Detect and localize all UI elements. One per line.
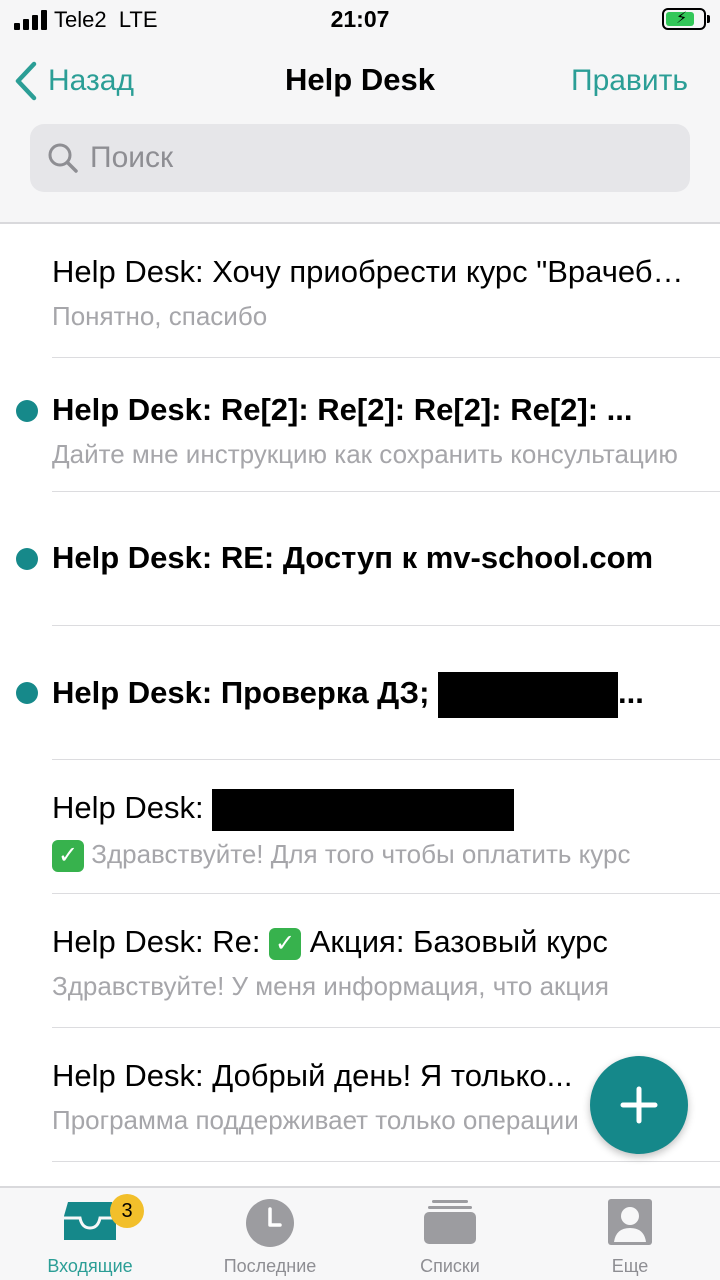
unread-count-badge: 3 <box>110 1194 144 1228</box>
search-icon <box>48 143 78 173</box>
message-preview: Здравствуйте! У меня информация, что акц… <box>52 971 609 1001</box>
top-bar: Tele2 LTE 21:07 ⚡ Назад Help Desk Правит… <box>0 0 720 224</box>
tab-inbox[interactable]: 3 Входящие <box>0 1188 180 1280</box>
edit-button[interactable]: Править <box>571 64 688 98</box>
stack-icon <box>424 1200 476 1244</box>
unread-dot <box>16 548 38 570</box>
list-item[interactable]: Help Desk: Проверка ДЗ; ... <box>0 626 720 760</box>
list-item[interactable]: Help Desk: RE: Доступ к mv-school.com <box>0 492 720 626</box>
unread-dot <box>16 400 38 422</box>
battery-icon: ⚡ <box>662 8 710 30</box>
tab-bar: 3 Входящие Последние Списки Еще <box>0 1186 720 1280</box>
tab-label: Списки <box>420 1256 480 1276</box>
tab-lists[interactable]: Списки <box>360 1188 540 1280</box>
message-preview: Дайте мне инструкцию как сохранить консу… <box>52 439 678 469</box>
clock-icon <box>246 1199 294 1247</box>
tab-label: Входящие <box>47 1256 133 1276</box>
message-preview: ✓ Здравствуйте! Для того чтобы оплатить … <box>52 836 690 873</box>
status-time: 21:07 <box>330 6 390 32</box>
list-item[interactable]: Help Desk: Re[2]: Re[2]: Re[2]: Re[2]: .… <box>0 358 720 492</box>
list-item[interactable]: Help Desk: Re: ✓ Акция: Базовый курс Здр… <box>0 894 720 1028</box>
tab-label: Последние <box>223 1256 317 1276</box>
tab-recent[interactable]: Последние <box>180 1188 360 1280</box>
status-bar: Tele2 LTE 21:07 ⚡ <box>0 0 720 42</box>
message-preview: Понятно, спасибо <box>52 301 268 331</box>
plus-icon <box>620 1086 658 1124</box>
message-list: Help Desk: Хочу приобрести курс "Врачебн… <box>0 224 720 1186</box>
redacted-block <box>212 788 515 831</box>
list-item[interactable]: Help Desk: ✓ Здравствуйте! Для того чтоб… <box>0 760 720 894</box>
tab-label: Еще <box>611 1256 649 1276</box>
search-bar[interactable] <box>30 124 690 192</box>
message-subject: Help Desk: RE: Доступ к mv-school.com <box>52 540 654 575</box>
message-subject: Help Desk: Re: ✓ Акция: Базовый курс <box>52 924 608 960</box>
person-icon <box>608 1199 652 1245</box>
message-subject: Help Desk: <box>52 788 690 831</box>
checkmark-icon: ✓ <box>269 927 302 960</box>
inbox-icon <box>64 1202 116 1240</box>
unread-dot <box>16 682 38 704</box>
checkmark-icon: ✓ <box>52 840 84 873</box>
nav-bar: Назад Help Desk Править <box>0 42 720 122</box>
search-input[interactable] <box>90 141 650 175</box>
message-subject: Help Desk: Хочу приобрести курс "Врачебн… <box>52 254 690 289</box>
compose-button[interactable] <box>590 1056 688 1154</box>
tab-more[interactable]: Еще <box>540 1188 720 1280</box>
message-subject: Help Desk: Re[2]: Re[2]: Re[2]: Re[2]: .… <box>52 392 633 427</box>
list-item[interactable]: Help Desk: Хочу приобрести курс "Врачебн… <box>0 224 720 358</box>
message-subject: Help Desk: Проверка ДЗ; ... <box>52 672 690 718</box>
redacted-block <box>438 672 619 718</box>
